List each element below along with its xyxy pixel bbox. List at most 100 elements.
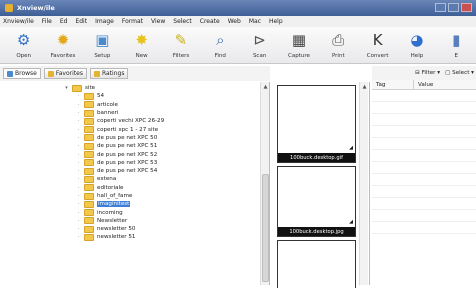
tree-node[interactable]: · de pus pe net XPC 50 <box>64 134 164 142</box>
toolbar-button-setup[interactable]: ▣ Setup <box>83 27 122 63</box>
toolbar-label: Open <box>16 53 32 59</box>
folder-icon <box>84 233 94 241</box>
tree-scrollbar[interactable]: ▲ <box>260 82 269 285</box>
scroll-up-icon[interactable]: ▲ <box>261 84 270 92</box>
toolbar-button-open[interactable]: ⚙ Open <box>4 27 43 63</box>
tree-node[interactable]: · de pus pe net XPC 51 <box>64 142 164 150</box>
select-button[interactable]: ▢ Select ▾ <box>445 70 474 76</box>
toolbar-button-convert[interactable]: K Convert <box>358 27 397 63</box>
folder-icon <box>84 101 94 109</box>
tree-node[interactable]: · editoriale <box>64 184 164 192</box>
tree-node-label: Newsletter <box>97 217 128 224</box>
menu-item-10[interactable]: Mac <box>249 18 261 25</box>
menu-item-9[interactable]: Web <box>228 18 241 25</box>
toolbar-label: Setup <box>94 53 111 59</box>
property-row <box>372 90 476 102</box>
column-tag[interactable]: Tag <box>372 80 414 89</box>
filter-button[interactable]: ⊟ Filter ▾ <box>415 70 440 76</box>
tree-node-label: imaginitest <box>97 201 131 208</box>
tree-dot-icon: · <box>77 193 80 199</box>
menu-item-0[interactable]: Xnview/ile <box>3 18 34 25</box>
tree-node-label: coperti vechi XPC 26-29 <box>97 118 165 125</box>
tree-node[interactable]: · articole <box>64 101 164 109</box>
property-row <box>372 138 476 150</box>
menu-item-8[interactable]: Create <box>200 18 220 25</box>
toolbar-label: Find <box>214 53 226 59</box>
tree-node[interactable]: · extena <box>64 175 164 183</box>
toolbar-button-e[interactable]: ▮ E <box>437 27 476 63</box>
toolbar-button-scan[interactable]: ⊳ Scan <box>240 27 279 63</box>
tree-node[interactable]: · coperti xpc 1 - 27 site <box>64 125 164 134</box>
close-button[interactable] <box>461 3 472 12</box>
toolbar-label: Print <box>331 53 345 59</box>
property-row <box>372 102 476 114</box>
tree-node[interactable]: · de pus pe net XPC 53 <box>64 159 164 167</box>
tree-node-label: coperti xpc 1 - 27 site <box>97 126 159 133</box>
menu-item-3[interactable]: Edit <box>75 18 87 25</box>
tree-node-label: incoming <box>97 209 123 216</box>
browse-icon <box>7 70 13 77</box>
column-value[interactable]: Value <box>414 80 433 89</box>
toolbar-button-new[interactable]: ✸ New <box>122 27 161 63</box>
toolbar-label: E <box>454 53 459 59</box>
toolbar-button-help[interactable]: ◕ Help <box>397 27 436 63</box>
tree-node[interactable]: · de pus pe net XPC 52 <box>64 150 164 159</box>
tree-node-label: hall_of_fame <box>97 193 133 199</box>
tree-node[interactable]: · hall_of_fame <box>64 192 164 200</box>
thumbnail-item[interactable]: ◢ 100buck.desktop.gif <box>277 85 356 163</box>
tab-ratings[interactable]: Ratings <box>89 68 129 79</box>
capture-icon: ▦ <box>291 30 307 49</box>
tree-node[interactable]: · Newsletter <box>64 217 164 225</box>
toolbar-button-favorites[interactable]: ✹ Favorites <box>43 27 82 63</box>
thumbnail-item[interactable] <box>277 240 356 288</box>
tree-node[interactable]: · imaginitest <box>64 200 164 208</box>
tree-scrollbar-thumb[interactable] <box>262 174 269 282</box>
minimize-button[interactable] <box>435 3 446 12</box>
thumbnail-item[interactable]: ◢ 100buck.desktop.jpg <box>277 166 356 237</box>
tree-dot-icon: · <box>77 201 80 208</box>
tree-node[interactable]: · newsletter 51 <box>64 233 164 241</box>
toolbar-button-capture[interactable]: ▦ Capture <box>279 27 318 63</box>
tree-dot-icon: · <box>77 143 80 150</box>
menu-bar: Xnview/ile File Ed Edit Image Format View Selec… <box>0 16 476 27</box>
tree-node[interactable]: · 54 <box>64 92 164 100</box>
toolbar-button-filters[interactable]: ✎ Filters <box>161 27 200 63</box>
menu-item-7[interactable]: Select <box>173 18 192 25</box>
menu-item-5[interactable]: Format <box>122 18 143 25</box>
app-icon <box>5 4 13 12</box>
thumbnail-scrollbar[interactable]: ▲ <box>359 82 368 285</box>
tree-node[interactable]: · banneri <box>64 109 164 117</box>
tree-node-label: de pus pe net XPC 52 <box>97 151 158 158</box>
menu-item-6[interactable]: View <box>151 18 165 25</box>
tree-node-label: newsletter 50 <box>97 226 136 233</box>
menu-item-1[interactable]: File <box>42 18 52 25</box>
toolbar-button-find[interactable]: ⌕ Find <box>201 27 240 63</box>
properties-header: Tag Value <box>372 80 476 90</box>
folder-icon <box>72 84 82 92</box>
tree-dot-icon: · <box>77 226 80 233</box>
folder-icon <box>84 209 94 217</box>
tree-node[interactable]: · coperti vechi XPC 26-29 <box>64 117 164 125</box>
menu-item-2[interactable]: Ed <box>60 18 68 25</box>
tree-node[interactable]: · newsletter 50 <box>64 225 164 233</box>
tree-node[interactable]: · incoming <box>64 208 164 217</box>
folder-icon <box>84 217 94 225</box>
thumb-scroll-up-icon[interactable]: ▲ <box>360 84 369 92</box>
maximize-button[interactable] <box>448 3 459 12</box>
folder-icon <box>84 175 94 183</box>
tree-dot-icon: · <box>77 110 80 117</box>
tree-node-label: extena <box>97 176 117 183</box>
tab-favorites[interactable]: Favorites <box>43 68 87 79</box>
toolbar-label: New <box>135 53 148 59</box>
folder-icon <box>84 117 94 125</box>
expand-arrow-icon[interactable]: ▾ <box>64 85 69 91</box>
toolbar-button-print[interactable]: ⎙ Print <box>319 27 358 63</box>
menu-item-4[interactable]: Image <box>95 18 114 25</box>
tree-node[interactable]: ▾ site <box>64 84 164 92</box>
tree-node[interactable]: · de pus pe net XPC 54 <box>64 167 164 175</box>
tree-node-label: site <box>85 85 96 92</box>
tab-browse[interactable]: Browse <box>3 68 41 79</box>
tree-dot-icon: · <box>77 134 80 141</box>
thumbnail-marker: ◢ <box>349 145 353 151</box>
menu-item-11[interactable]: Help <box>269 18 283 25</box>
